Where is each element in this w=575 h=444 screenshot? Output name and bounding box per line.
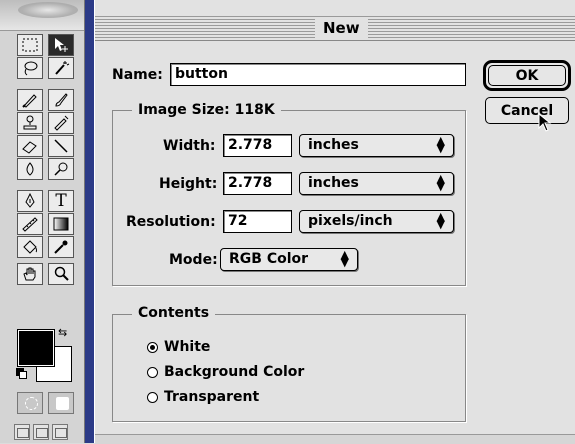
- radio-button[interactable]: [147, 391, 158, 403]
- popup-arrows-icon: ▲ ▼: [436, 210, 445, 231]
- document-window-edge: [85, 0, 94, 443]
- contents-option-white[interactable]: White: [147, 336, 210, 358]
- pen-tool-icon[interactable]: [17, 190, 43, 212]
- radio-button-selected[interactable]: [147, 341, 158, 353]
- mode-select[interactable]: RGB Color ▲ ▼: [220, 248, 358, 271]
- mode-label: Mode:: [169, 252, 218, 268]
- width-field[interactable]: 2.778: [223, 134, 292, 157]
- type-tool-glyph: T: [55, 190, 67, 211]
- paint-bucket-tool-icon[interactable]: [17, 236, 43, 258]
- resolution-unit-value: pixels/inch: [308, 213, 393, 229]
- ok-button[interactable]: OK: [483, 60, 571, 91]
- history-brush-tool-icon[interactable]: [48, 112, 74, 134]
- height-unit-select[interactable]: inches ▲ ▼: [299, 172, 454, 195]
- type-tool-icon[interactable]: T: [48, 190, 74, 212]
- tool-palette: T ⇆: [0, 0, 85, 443]
- image-size-label: Image Size: 118K: [132, 100, 281, 120]
- eye-logo-icon: [18, 2, 78, 18]
- popup-arrows-icon: ▲ ▼: [436, 134, 445, 155]
- tool-palette-header: [0, 0, 84, 31]
- foreground-color-swatch[interactable]: [17, 329, 55, 367]
- option-label: Background Color: [164, 364, 305, 380]
- color-swatches: ⇆: [16, 324, 76, 382]
- blur-tool-icon[interactable]: [17, 158, 43, 180]
- name-field[interactable]: button: [170, 63, 466, 86]
- rubber-stamp-tool-icon[interactable]: [17, 112, 43, 134]
- marquee-tool-icon[interactable]: [17, 34, 43, 56]
- lasso-tool-icon[interactable]: [17, 57, 43, 79]
- dialog-title: New: [315, 18, 368, 38]
- standard-mode-button[interactable]: [17, 392, 43, 414]
- option-label: White: [164, 339, 211, 355]
- cancel-button[interactable]: Cancel: [485, 97, 569, 124]
- option-label: Transparent: [164, 389, 260, 405]
- contents-option-background-color[interactable]: Background Color: [147, 361, 304, 383]
- popup-arrows-icon: ▲ ▼: [436, 172, 445, 193]
- width-unit-value: inches: [308, 137, 359, 153]
- resolution-label: Resolution:: [126, 214, 216, 230]
- new-document-dialog: New Name: button OK Cancel Image Size: 1…: [94, 0, 575, 444]
- line-tool-icon[interactable]: [48, 135, 74, 157]
- contents-label: Contents: [132, 303, 216, 323]
- airbrush-tool-icon[interactable]: [17, 89, 43, 111]
- mode-value: RGB Color: [229, 251, 309, 267]
- popup-arrows-icon: ▲ ▼: [340, 248, 349, 269]
- ok-button-label: OK: [488, 65, 566, 86]
- radio-button[interactable]: [147, 366, 158, 378]
- standard-screen-mode-button[interactable]: [14, 424, 30, 440]
- measure-tool-icon[interactable]: [17, 213, 43, 235]
- quick-mask-mode-button[interactable]: [48, 392, 74, 414]
- full-screen-mode-button[interactable]: [52, 424, 68, 440]
- height-unit-value: inches: [308, 175, 359, 191]
- eraser-tool-icon[interactable]: [17, 135, 43, 157]
- zoom-tool-icon[interactable]: [48, 263, 74, 285]
- name-label: Name:: [112, 67, 163, 83]
- cancel-button-label: Cancel: [485, 97, 569, 124]
- height-field[interactable]: 2.778: [223, 172, 292, 195]
- gradient-tool-icon[interactable]: [48, 213, 74, 235]
- resolution-field[interactable]: 72: [223, 210, 292, 233]
- width-label: Width:: [163, 138, 216, 154]
- default-colors-icon[interactable]: [16, 368, 27, 379]
- magic-wand-tool-icon[interactable]: [48, 57, 74, 79]
- swap-colors-icon[interactable]: ⇆: [58, 326, 67, 339]
- height-label: Height:: [159, 176, 218, 192]
- paintbrush-tool-icon[interactable]: [48, 89, 74, 111]
- mouse-cursor-icon: [538, 113, 552, 132]
- hand-tool-icon[interactable]: [17, 263, 43, 285]
- move-tool-icon[interactable]: [48, 34, 74, 56]
- width-unit-select[interactable]: inches ▲ ▼: [299, 134, 454, 157]
- eyedropper-tool-icon[interactable]: [48, 236, 74, 258]
- contents-option-transparent[interactable]: Transparent: [147, 386, 259, 408]
- dodge-tool-icon[interactable]: [48, 158, 74, 180]
- full-screen-menu-mode-button[interactable]: [33, 424, 49, 440]
- resolution-unit-select[interactable]: pixels/inch ▲ ▼: [299, 210, 454, 233]
